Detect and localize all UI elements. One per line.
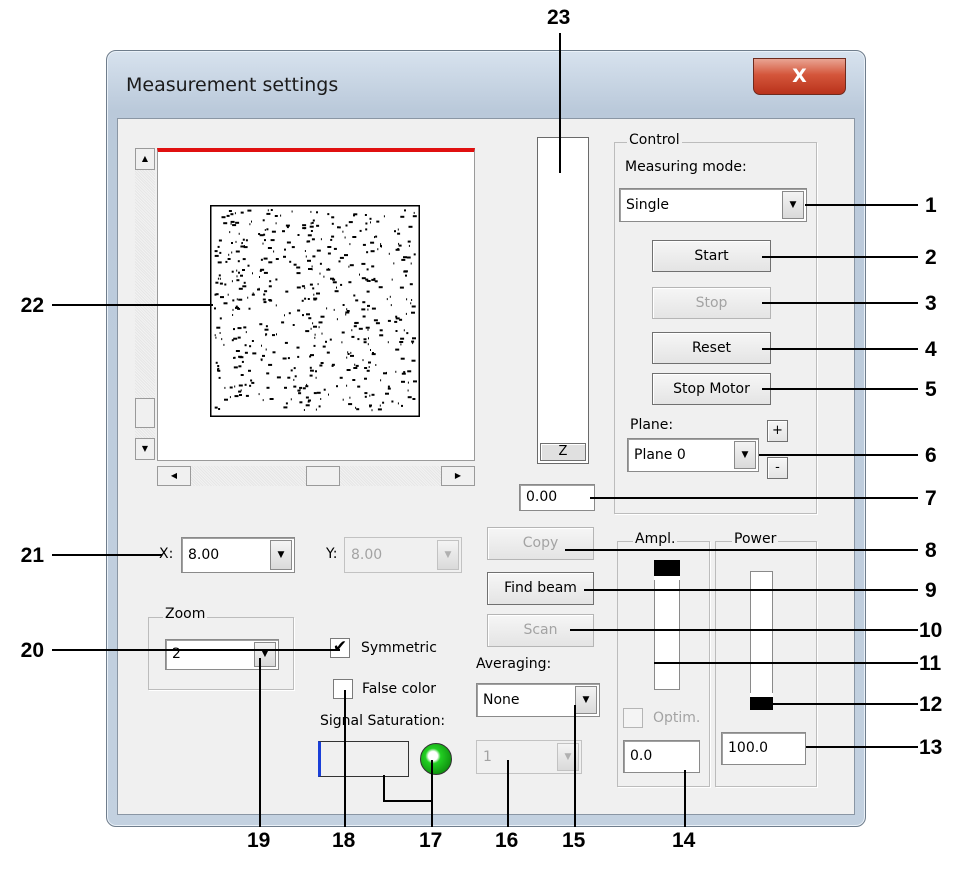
callout-12: 12 (919, 693, 943, 716)
chevron-down-icon[interactable]: ▼ (254, 642, 276, 667)
chevron-down-icon[interactable]: ▼ (782, 191, 804, 219)
callout-17: 17 (419, 829, 443, 852)
control-group-label: Control (627, 132, 682, 148)
optim-checkbox[interactable] (623, 708, 643, 728)
callout-15: 15 (562, 829, 586, 852)
callout-18: 18 (332, 829, 356, 852)
callout-8: 8 (925, 539, 937, 562)
chevron-down-icon[interactable]: ▼ (437, 540, 459, 570)
zoom-group-label: Zoom (163, 606, 208, 622)
callout-6: 6 (925, 444, 937, 467)
preview-canvas[interactable] (157, 148, 475, 461)
callout-7: 7 (925, 487, 937, 510)
signal-saturation-bar (318, 741, 409, 777)
measuring-mode-select[interactable]: Single ▼ (619, 188, 807, 222)
callout-9: 9 (925, 579, 937, 602)
horizontal-scrollbar[interactable]: ◀ ▶ (157, 466, 475, 486)
callout-10: 10 (919, 619, 943, 642)
plane-down-button[interactable]: - (767, 457, 788, 479)
plane-select[interactable]: Plane 0 ▼ (627, 438, 759, 472)
z-position-bar[interactable] (537, 137, 589, 464)
signal-saturation-label: Signal Saturation: (320, 713, 446, 729)
find-beam-button[interactable]: Find beam (487, 572, 594, 605)
chevron-down-icon[interactable]: ▼ (557, 743, 579, 771)
chevron-down-icon[interactable]: ▼ (270, 540, 292, 570)
saturation-led-icon (420, 743, 452, 775)
callout-20: 20 (20, 639, 44, 662)
window-title: Measurement settings (126, 74, 339, 96)
power-group-label: Power (732, 531, 779, 547)
plane-label: Plane: (630, 417, 674, 433)
callout-16: 16 (495, 829, 519, 852)
horizontal-scroll-thumb[interactable] (306, 466, 340, 486)
chevron-down-icon[interactable]: ▼ (575, 686, 597, 714)
averaging-count-select[interactable]: 1 ▼ (476, 740, 582, 774)
false-color-checkbox[interactable] (333, 679, 353, 699)
optim-label: Optim. (653, 710, 701, 726)
averaging-select[interactable]: None ▼ (476, 683, 600, 717)
start-button[interactable]: Start (652, 240, 771, 272)
x-label: X: (159, 546, 174, 562)
averaging-value: None (483, 692, 520, 708)
callout-19: 19 (247, 829, 271, 852)
scroll-right-arrow-icon[interactable]: ▶ (441, 466, 475, 486)
callout-3: 3 (925, 292, 937, 315)
z-button[interactable]: Z (540, 443, 586, 461)
symmetric-checkbox[interactable]: ✔ (330, 638, 350, 658)
x-value: 8.00 (188, 547, 220, 563)
callout-13: 13 (919, 736, 943, 759)
reset-button[interactable]: Reset (652, 332, 771, 364)
callout-23: 23 (547, 6, 571, 29)
ampl-slider-thumb[interactable] (654, 560, 680, 580)
averaging-count-value: 1 (483, 749, 492, 765)
callout-5: 5 (925, 378, 937, 401)
averaging-label: Averaging: (476, 656, 552, 672)
ampl-group-label: Ampl. (633, 531, 678, 547)
power-slider-thumb[interactable] (750, 693, 773, 710)
y-label: Y: (326, 546, 338, 562)
measuring-mode-value: Single (626, 197, 670, 213)
callout-14: 14 (672, 829, 696, 852)
symmetric-label: Symmetric (361, 640, 437, 656)
false-color-label: False color (362, 681, 437, 697)
measuring-mode-label: Measuring mode: (625, 159, 747, 175)
callout-22: 22 (20, 294, 44, 317)
power-value-field[interactable]: 100.0 (721, 732, 806, 765)
zoom-select[interactable]: 2 ▼ (165, 639, 279, 670)
callout-4: 4 (925, 338, 937, 361)
plane-up-button[interactable]: + (767, 420, 788, 442)
x-select[interactable]: 8.00 ▼ (181, 537, 295, 573)
callout-2: 2 (925, 246, 937, 269)
callout-21: 21 (20, 544, 44, 567)
callout-1: 1 (925, 194, 937, 217)
callout-11: 11 (919, 652, 942, 675)
zoom-value: 2 (172, 646, 181, 662)
y-value: 8.00 (351, 547, 383, 563)
stop-button[interactable]: Stop (652, 287, 771, 319)
scan-button[interactable]: Scan (487, 614, 594, 647)
plane-value: Plane 0 (634, 447, 686, 463)
stop-motor-button[interactable]: Stop Motor (652, 373, 771, 405)
vertical-scroll-thumb[interactable] (135, 398, 155, 428)
scroll-up-arrow-icon[interactable]: ▲ (135, 148, 155, 170)
ampl-value-field[interactable]: 0.0 (623, 740, 700, 773)
beam-profile-image (210, 205, 420, 417)
chevron-down-icon[interactable]: ▼ (734, 441, 756, 469)
vertical-scrollbar[interactable]: ▲ ▼ (135, 148, 155, 460)
y-select[interactable]: 8.00 ▼ (344, 537, 462, 573)
z-value-field[interactable]: 0.00 (519, 484, 595, 511)
scroll-down-arrow-icon[interactable]: ▼ (135, 438, 155, 460)
copy-button[interactable]: Copy (487, 527, 594, 560)
close-button[interactable]: X (753, 58, 846, 95)
power-slider-track[interactable] (750, 571, 773, 710)
scroll-left-arrow-icon[interactable]: ◀ (157, 466, 191, 486)
